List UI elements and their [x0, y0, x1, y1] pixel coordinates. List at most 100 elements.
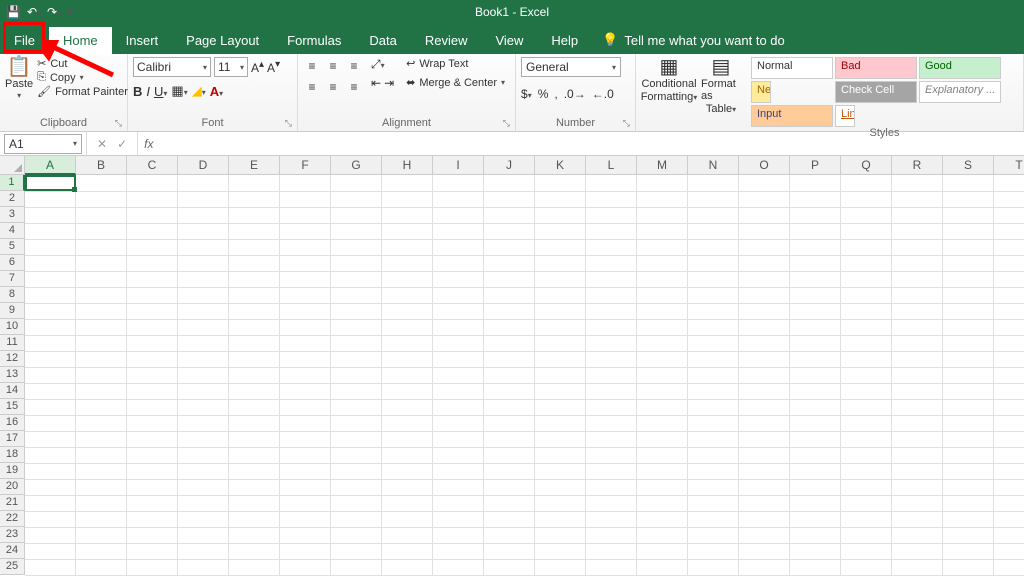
- cell[interactable]: [739, 511, 790, 527]
- cell[interactable]: [993, 191, 1024, 207]
- cell[interactable]: [942, 271, 993, 287]
- cell[interactable]: [484, 191, 535, 207]
- cell[interactable]: [535, 367, 586, 383]
- cell[interactable]: [790, 543, 841, 559]
- cell[interactable]: [331, 239, 382, 255]
- cell[interactable]: [637, 255, 688, 271]
- cell[interactable]: [790, 271, 841, 287]
- cell[interactable]: [891, 207, 942, 223]
- cell[interactable]: [840, 207, 891, 223]
- cell[interactable]: [993, 431, 1024, 447]
- cell[interactable]: [76, 527, 127, 543]
- cell[interactable]: [942, 303, 993, 319]
- cell[interactable]: [484, 271, 535, 287]
- cell[interactable]: [229, 527, 280, 543]
- cell[interactable]: [331, 207, 382, 223]
- cell[interactable]: [840, 415, 891, 431]
- cell[interactable]: [891, 463, 942, 479]
- cell[interactable]: [739, 351, 790, 367]
- qat-customize-icon[interactable]: ▾: [67, 5, 73, 19]
- cell[interactable]: [229, 175, 280, 191]
- cell[interactable]: [688, 415, 739, 431]
- cell[interactable]: [76, 223, 127, 239]
- cell[interactable]: [76, 287, 127, 303]
- cell[interactable]: [331, 495, 382, 511]
- cell[interactable]: [840, 335, 891, 351]
- cell[interactable]: [484, 463, 535, 479]
- cell[interactable]: [942, 559, 993, 575]
- cell[interactable]: [178, 399, 229, 415]
- cell[interactable]: [535, 255, 586, 271]
- cell[interactable]: [25, 351, 76, 367]
- cell[interactable]: [891, 351, 942, 367]
- cell[interactable]: [891, 543, 942, 559]
- cell[interactable]: [280, 335, 331, 351]
- cell[interactable]: [127, 223, 178, 239]
- cell[interactable]: [229, 207, 280, 223]
- cell[interactable]: [586, 383, 637, 399]
- cell[interactable]: [382, 479, 433, 495]
- cell[interactable]: [178, 335, 229, 351]
- row-header[interactable]: 17: [0, 431, 25, 447]
- cell[interactable]: [229, 399, 280, 415]
- cell[interactable]: [25, 223, 76, 239]
- cell[interactable]: [178, 383, 229, 399]
- row-header[interactable]: 3: [0, 207, 25, 223]
- cell[interactable]: [586, 223, 637, 239]
- cell[interactable]: [942, 543, 993, 559]
- cell[interactable]: [790, 511, 841, 527]
- cell[interactable]: [891, 399, 942, 415]
- cell[interactable]: [891, 255, 942, 271]
- cell[interactable]: [229, 559, 280, 575]
- cell[interactable]: [942, 287, 993, 303]
- style-normal[interactable]: Normal: [751, 57, 833, 79]
- cell[interactable]: [382, 495, 433, 511]
- column-header[interactable]: A: [25, 156, 76, 175]
- cell[interactable]: [76, 319, 127, 335]
- dialog-launcher-icon[interactable]: ⤡: [503, 118, 510, 129]
- cell[interactable]: [586, 255, 637, 271]
- cell[interactable]: [331, 383, 382, 399]
- cell[interactable]: [535, 287, 586, 303]
- cell[interactable]: [25, 239, 76, 255]
- cell[interactable]: [586, 207, 637, 223]
- cell[interactable]: [840, 271, 891, 287]
- cell[interactable]: [280, 239, 331, 255]
- cell[interactable]: [331, 527, 382, 543]
- cell[interactable]: [688, 207, 739, 223]
- cell[interactable]: [382, 271, 433, 287]
- cell[interactable]: [739, 527, 790, 543]
- cell[interactable]: [840, 479, 891, 495]
- cell[interactable]: [739, 223, 790, 239]
- cell[interactable]: [25, 495, 76, 511]
- cell[interactable]: [484, 399, 535, 415]
- cell[interactable]: [178, 415, 229, 431]
- cell[interactable]: [790, 191, 841, 207]
- number-format-select[interactable]: General▾: [521, 57, 621, 77]
- cell[interactable]: [535, 463, 586, 479]
- cell[interactable]: [688, 543, 739, 559]
- cell[interactable]: [433, 383, 484, 399]
- save-icon[interactable]: 💾: [6, 5, 21, 19]
- enter-icon[interactable]: ✓: [117, 137, 127, 151]
- cell[interactable]: [280, 399, 331, 415]
- cell[interactable]: [433, 399, 484, 415]
- cell[interactable]: [535, 543, 586, 559]
- cell[interactable]: [840, 447, 891, 463]
- italic-button[interactable]: I: [146, 84, 150, 99]
- cell[interactable]: [891, 383, 942, 399]
- cell[interactable]: [993, 271, 1024, 287]
- cell[interactable]: [178, 463, 229, 479]
- align-center-icon[interactable]: ≡: [324, 78, 342, 96]
- style-bad[interactable]: Bad: [835, 57, 917, 79]
- cell[interactable]: [76, 191, 127, 207]
- cell[interactable]: [229, 463, 280, 479]
- cell[interactable]: [280, 367, 331, 383]
- row-header[interactable]: 4: [0, 223, 25, 239]
- cell[interactable]: [637, 287, 688, 303]
- column-header[interactable]: B: [76, 156, 127, 175]
- cell[interactable]: [688, 335, 739, 351]
- cell[interactable]: [993, 303, 1024, 319]
- cell[interactable]: [178, 287, 229, 303]
- cell[interactable]: [688, 479, 739, 495]
